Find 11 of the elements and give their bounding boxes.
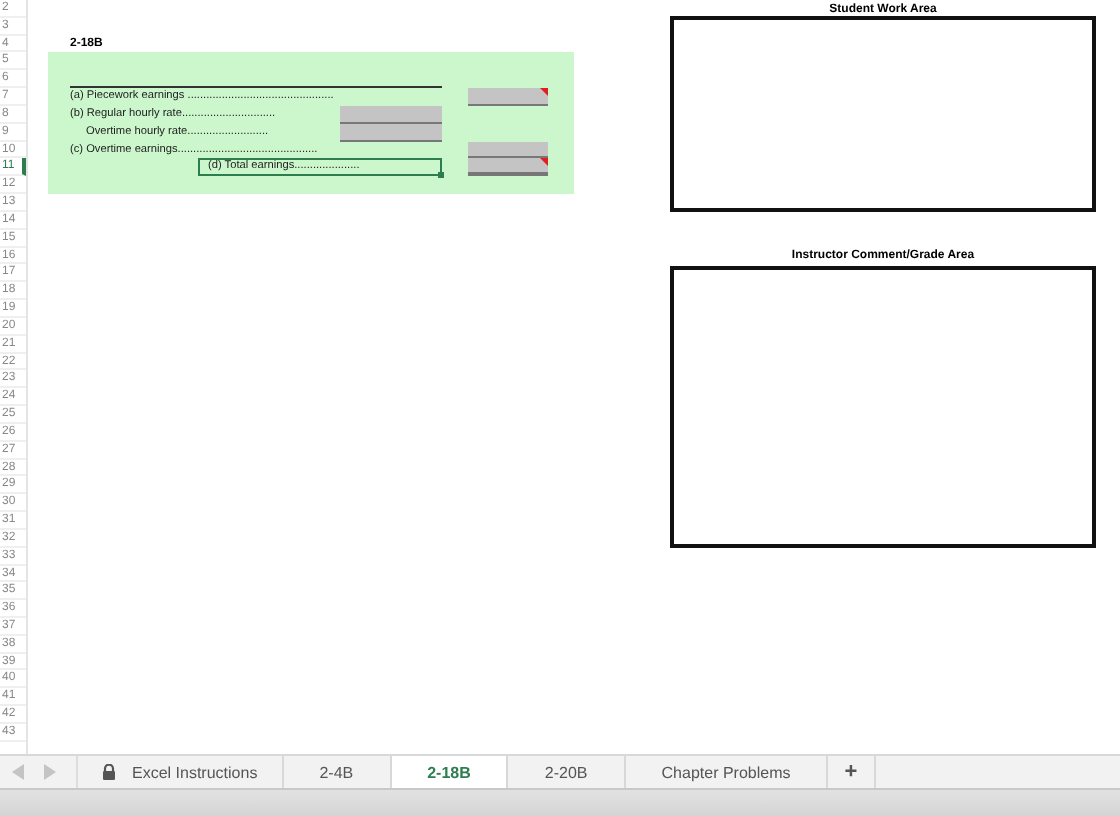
answer-field[interactable] — [468, 141, 548, 159]
work-area-box[interactable] — [670, 266, 1096, 548]
add-sheet-button[interactable]: + — [828, 756, 876, 788]
sheet-tab[interactable]: 2-20B — [508, 756, 626, 788]
sheet-tab[interactable]: Excel Instructions — [78, 756, 284, 788]
answer-field[interactable] — [468, 88, 548, 106]
answer-field[interactable] — [468, 158, 548, 177]
sheet-tab[interactable]: Chapter Problems — [625, 756, 829, 788]
work-area-box[interactable] — [670, 15, 1096, 212]
answer-field[interactable] — [340, 105, 442, 124]
sheet-tab[interactable]: 2-18B — [391, 756, 509, 788]
